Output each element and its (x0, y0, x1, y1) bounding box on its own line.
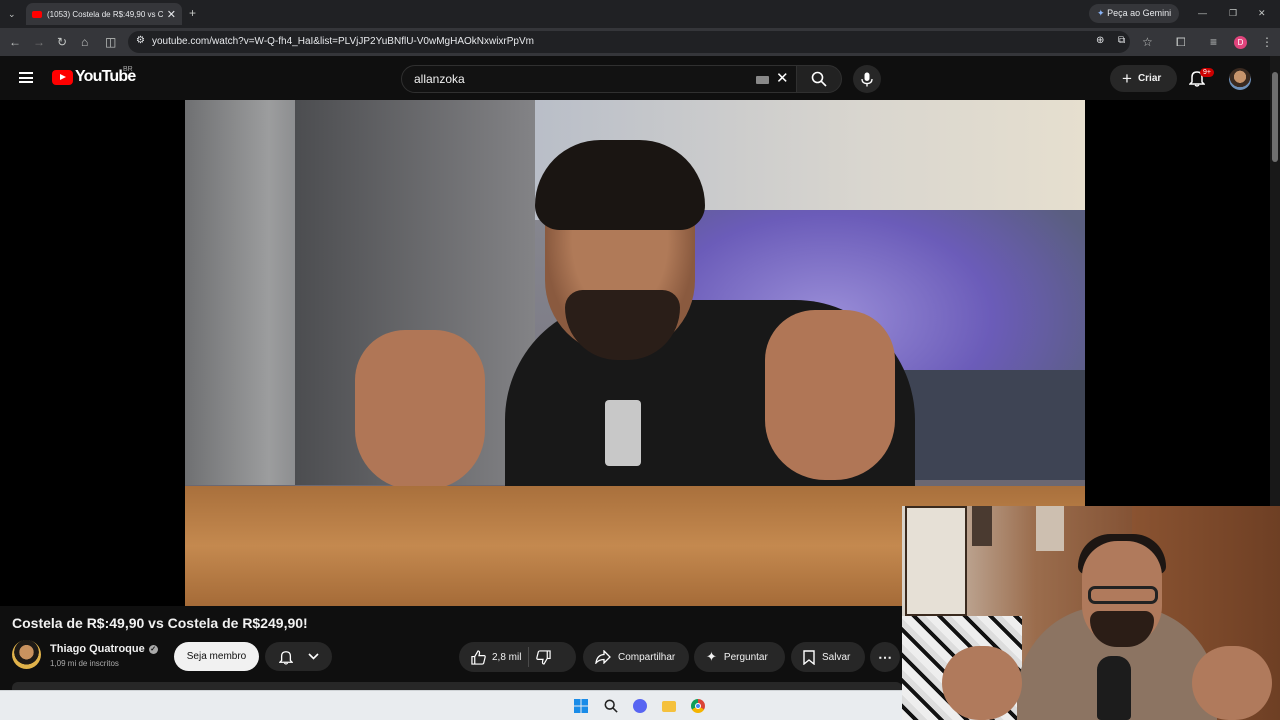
hamburger-menu-icon[interactable] (19, 72, 33, 83)
split-view-icon[interactable]: ◫ (105, 36, 116, 48)
clear-search-icon[interactable]: ✕ (776, 69, 789, 87)
channel-avatar[interactable] (12, 640, 41, 669)
logo-country-code: BR (123, 66, 133, 73)
chevron-down-icon (307, 653, 319, 660)
save-button[interactable]: Salvar (791, 642, 865, 672)
youtube-favicon-icon (32, 10, 42, 18)
new-tab-icon[interactable]: + (189, 7, 196, 19)
forward-icon[interactable]: → (33, 36, 45, 48)
like-dislike-group: 2,8 mil (459, 642, 576, 672)
share-icon (595, 650, 611, 664)
video-title: Costela de R$:49,90 vs Costela de R$249,… (12, 615, 308, 631)
address-bar[interactable]: ⚙ youtube.com/watch?v=W-Q-fh4_HaI&list=P… (128, 31, 1130, 53)
scrollbar-thumb[interactable] (1272, 72, 1278, 162)
profile-avatar[interactable]: D (1234, 36, 1247, 49)
windows-start-icon[interactable] (574, 699, 588, 713)
search-button[interactable] (796, 65, 842, 93)
search-input[interactable]: allanzoka ✕ (401, 65, 797, 93)
discord-icon[interactable] (633, 699, 647, 713)
extensions-icon[interactable]: ⧠ (1176, 36, 1186, 48)
join-button[interactable]: Seja membro (174, 642, 259, 671)
browser-tab-bar: ⌄ (1053) Costela de R$:49,90 vs Costela … (0, 0, 1280, 28)
maximize-icon[interactable]: ❐ (1229, 7, 1237, 19)
notification-badge: 9+ (1200, 68, 1214, 77)
microphone-icon (861, 72, 873, 86)
reading-list-icon[interactable]: ≡ (1210, 36, 1217, 48)
create-label: Criar (1137, 73, 1162, 84)
tab-title: (1053) Costela de R$:49,90 vs Costela de… (47, 9, 163, 19)
tab-search-icon[interactable]: ⌄ (8, 8, 16, 20)
keyboard-icon[interactable] (756, 76, 769, 84)
thumbs-up-icon (471, 649, 486, 665)
search-value: allanzoka (414, 72, 465, 86)
bookmark-star-icon[interactable]: ☆ (1142, 36, 1153, 48)
webcam-overlay (902, 506, 1280, 720)
tab-close-icon[interactable]: ✕ (167, 8, 176, 21)
menu-dots-icon[interactable]: ⋮ (1261, 36, 1273, 48)
youtube-header: YouTube BR allanzoka ✕ + Criar 9+ (0, 56, 1270, 100)
site-info-icon[interactable]: ⚙ (136, 35, 145, 46)
ask-label: Perguntar (723, 651, 768, 663)
windows-taskbar (0, 690, 902, 720)
bookmark-icon (803, 649, 815, 665)
home-icon[interactable]: ⌂ (81, 36, 88, 48)
more-dots-icon: ⋯ (878, 648, 892, 665)
bell-icon (278, 650, 293, 665)
channel-name-row[interactable]: Thiago Quatroque ✓ (50, 643, 158, 655)
share-button[interactable]: Compartilhar (583, 642, 689, 672)
share-label: Compartilhar (618, 651, 676, 663)
description-box[interactable] (12, 682, 902, 690)
gemini-label: Peça ao Gemini (1107, 8, 1172, 18)
search-icon (811, 71, 827, 87)
subscription-bell-button[interactable] (265, 642, 332, 671)
browser-tab[interactable]: (1053) Costela de R$:49,90 vs Costela de… (26, 3, 182, 25)
more-actions-button[interactable]: ⋯ (870, 642, 900, 672)
create-button[interactable]: + Criar (1110, 65, 1177, 92)
verified-check-icon: ✓ (148, 645, 158, 654)
like-divider (528, 647, 530, 667)
back-icon[interactable]: ← (9, 36, 21, 48)
gemini-button[interactable]: ✦ Peça ao Gemini (1089, 4, 1180, 23)
browser-toolbar: ← → ↻ ⌂ ◫ ⚙ youtube.com/watch?v=W-Q-fh4_… (0, 28, 1280, 56)
user-avatar[interactable] (1229, 68, 1251, 90)
sparkle-icon: ✦ (706, 649, 717, 664)
zoom-icon[interactable]: ⊕ (1096, 35, 1104, 46)
channel-name[interactable]: Thiago Quatroque (50, 643, 145, 655)
like-count: 2,8 mil (492, 651, 522, 663)
install-icon[interactable]: ⧉ (1118, 35, 1125, 46)
url-text: youtube.com/watch?v=W-Q-fh4_HaI&list=PLV… (152, 36, 534, 47)
gemini-sparkle-icon: ✦ (1097, 8, 1105, 18)
subscriber-count: 1,09 mi de inscritos (50, 659, 119, 668)
plus-icon: + (1122, 68, 1132, 88)
youtube-play-icon (52, 70, 73, 85)
thumbs-down-icon[interactable] (536, 649, 552, 665)
like-button[interactable]: 2,8 mil (471, 649, 522, 665)
file-explorer-icon[interactable] (662, 699, 676, 713)
window-close-icon[interactable]: ✕ (1258, 7, 1266, 19)
taskbar-search-icon[interactable] (604, 699, 618, 713)
reload-icon[interactable]: ↻ (57, 36, 67, 48)
ask-button[interactable]: ✦ Perguntar (694, 642, 785, 672)
voice-search-button[interactable] (853, 65, 881, 93)
chrome-icon[interactable] (691, 699, 705, 713)
minimize-icon[interactable]: — (1198, 7, 1207, 19)
save-label: Salvar (822, 651, 851, 663)
